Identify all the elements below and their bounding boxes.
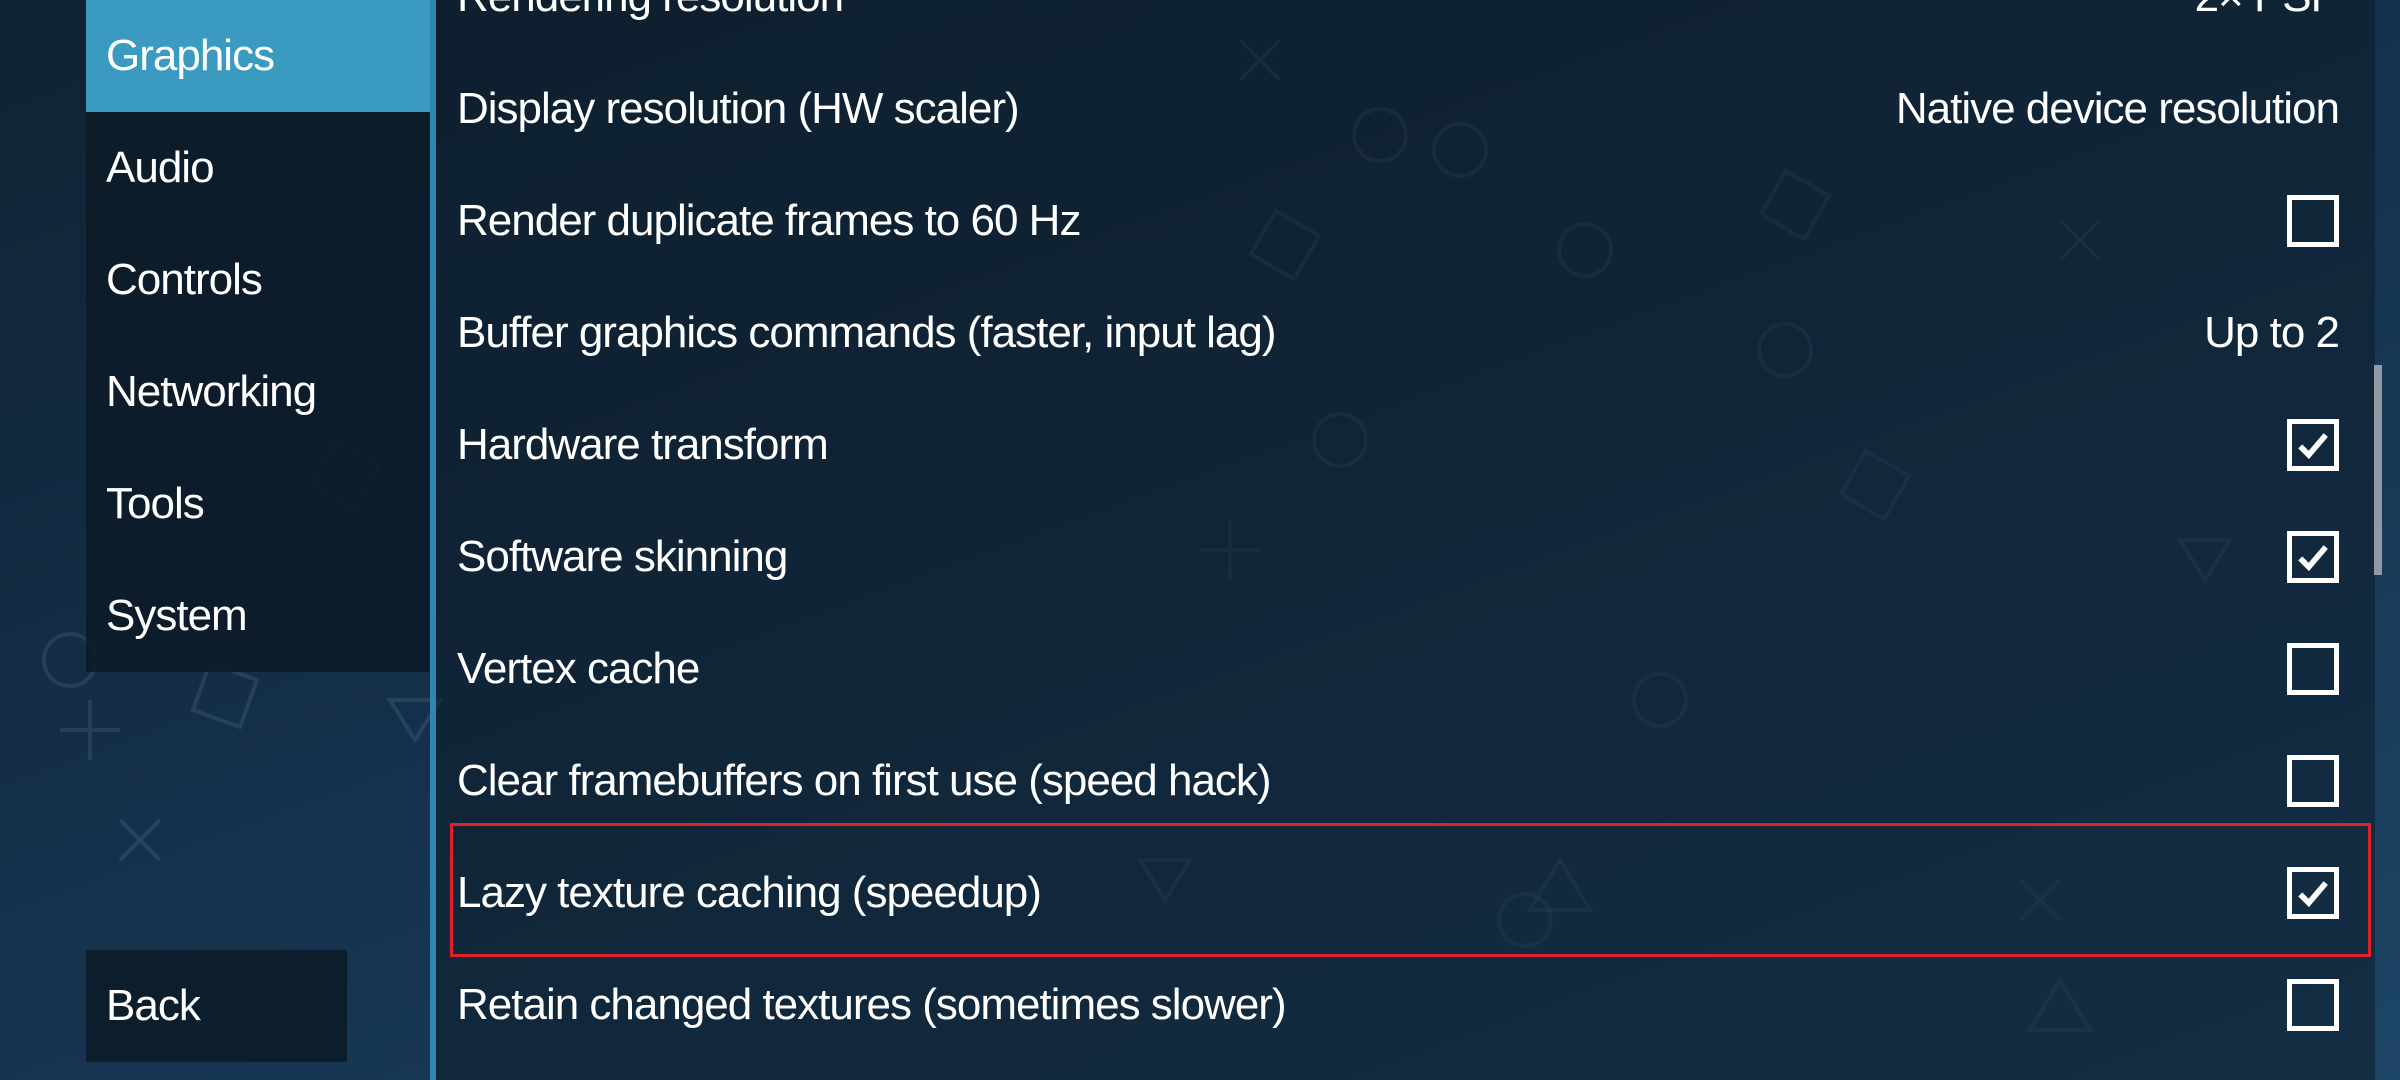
tab-audio[interactable]: Audio	[86, 112, 430, 224]
setting-row[interactable]: Buffer graphics commands (faster, input …	[457, 277, 2357, 389]
checkmark-icon	[2298, 433, 2328, 460]
checkmark-icon	[2298, 545, 2328, 572]
setting-label: Render duplicate frames to 60 Hz	[457, 196, 1081, 245]
checkbox[interactable]	[2287, 979, 2339, 1031]
setting-label: Retain changed textures (sometimes slowe…	[457, 980, 1287, 1029]
setting-row[interactable]: Hardware transform	[457, 389, 2357, 501]
checkbox[interactable]	[2287, 755, 2339, 807]
setting-row[interactable]: Software skinning	[457, 501, 2357, 613]
setting-row[interactable]: Display resolution (HW scaler) Native dev…	[457, 53, 2357, 165]
setting-row[interactable]: Rendering resolution 2× PSP	[457, 0, 2357, 53]
setting-label: Vertex cache	[457, 644, 700, 693]
setting-label: Display resolution (HW scaler)	[457, 84, 1020, 133]
checkbox[interactable]	[2287, 419, 2339, 471]
settings-list: Rendering resolution 2× PSP Display resolu…	[436, 0, 2375, 1080]
back-button[interactable]: Back	[86, 950, 347, 1062]
setting-row[interactable]: Vertex cache	[457, 613, 2357, 725]
setting-value[interactable]: Up to 2	[2204, 308, 2340, 358]
setting-value[interactable]: 2× PSP	[2195, 0, 2340, 22]
tab-controls[interactable]: Controls	[86, 224, 430, 336]
tab-networking[interactable]: Networking	[86, 336, 430, 448]
setting-label: Rendering resolution	[457, 0, 844, 22]
setting-row[interactable]: Render duplicate frames to 60 Hz	[457, 165, 2357, 277]
setting-value[interactable]: Native device resolution	[1896, 84, 2340, 134]
tab-system[interactable]: System	[86, 560, 430, 672]
scrollbar[interactable]	[2374, 365, 2382, 575]
tab-tools[interactable]: Tools	[86, 448, 430, 560]
tab-graphics[interactable]: Graphics	[86, 0, 430, 112]
setting-label: Hardware transform	[457, 420, 829, 469]
checkmark-icon	[2298, 881, 2328, 908]
checkbox[interactable]	[2287, 195, 2339, 247]
checkbox[interactable]	[2287, 643, 2339, 695]
setting-label: Buffer graphics commands (faster, input …	[457, 308, 1276, 357]
setting-label: Lazy texture caching (speedup)	[457, 868, 1042, 917]
checkbox[interactable]	[2287, 531, 2339, 583]
setting-row[interactable]: Clear framebuffers on first use (speed h…	[457, 725, 2357, 837]
setting-row[interactable]: Retain changed textures (sometimes slowe…	[457, 949, 2357, 1061]
settings-sidebar: Graphics Audio Controls Networking Tools…	[86, 0, 430, 672]
checkbox[interactable]	[2287, 867, 2339, 919]
setting-row[interactable]: Lazy texture caching (speedup)	[457, 837, 2357, 949]
setting-label: Clear framebuffers on first use (speed h…	[457, 756, 1272, 805]
setting-label: Software skinning	[457, 532, 788, 581]
